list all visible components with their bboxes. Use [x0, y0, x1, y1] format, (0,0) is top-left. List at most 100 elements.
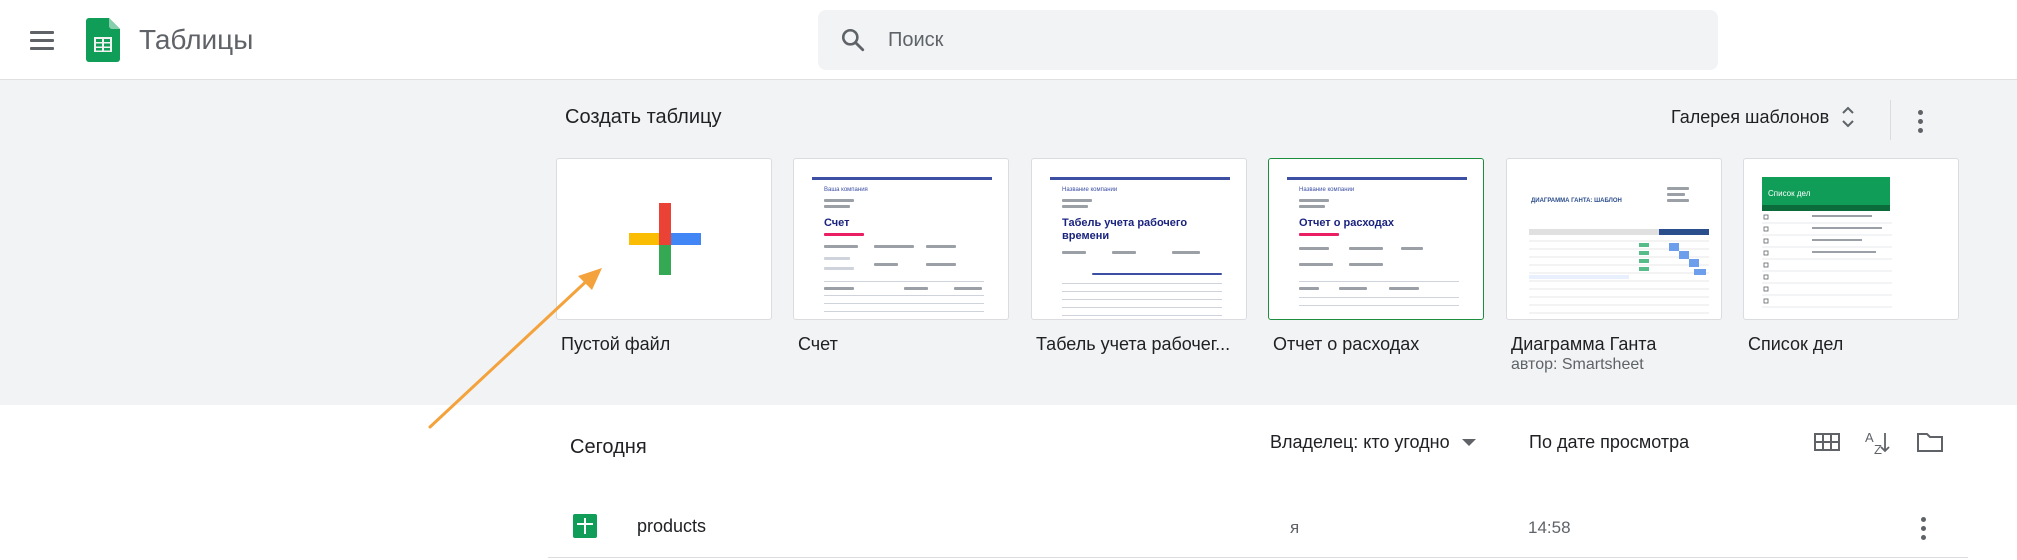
thumb-company: Название компании — [1062, 187, 1118, 193]
thumb-text — [1349, 263, 1383, 266]
menu-icon-bar — [30, 46, 54, 50]
thumb-text — [1172, 251, 1200, 254]
more-vert-icon-dot — [1917, 118, 1923, 124]
thumb-line — [1062, 315, 1222, 316]
thumb-text — [1667, 199, 1689, 202]
thumb-company: Название компании — [1299, 187, 1355, 193]
thumb-text — [1299, 287, 1319, 290]
template-author: автор: Smartsheet — [1511, 356, 1644, 373]
thumb-subheader — [1762, 205, 1890, 211]
folder-icon[interactable] — [1915, 427, 1945, 457]
thumb-line — [1062, 299, 1222, 300]
thumb-title: Отчет о расходах — [1299, 217, 1394, 229]
main-menu-button[interactable] — [24, 24, 60, 56]
more-vert-icon-dot — [1917, 127, 1923, 133]
thumb-text — [1667, 193, 1685, 196]
sheets-logo-icon[interactable] — [86, 18, 120, 62]
file-owner: я — [1290, 518, 1300, 537]
owner-filter-label: Владелец: кто угодно — [1270, 432, 1450, 452]
menu-icon-bar — [30, 30, 54, 34]
thumb-company: Ваша компания — [824, 187, 868, 193]
thumb-text — [1062, 251, 1086, 254]
unfold-icon — [1842, 106, 1854, 128]
thumb-line — [1062, 291, 1222, 292]
svg-text:A: A — [1865, 430, 1874, 445]
thumb-text — [824, 205, 850, 208]
thumb-text — [824, 233, 864, 236]
grid-view-icon[interactable] — [1812, 427, 1842, 457]
thumb-text — [1299, 233, 1339, 236]
owner-filter-dropdown[interactable]: Владелец: кто угодно — [1270, 432, 1476, 453]
file-more-button[interactable] — [1911, 514, 1935, 542]
search-input[interactable] — [888, 10, 1688, 70]
thumb-bar — [1050, 177, 1230, 180]
thumb-text — [954, 287, 982, 290]
thumb-line — [1299, 305, 1459, 306]
thumb-text — [1062, 205, 1088, 208]
more-vert-icon-dot — [1920, 534, 1926, 540]
thumb-text — [1062, 199, 1092, 202]
thumb-text — [1349, 247, 1383, 250]
template-label[interactable]: Диаграмма Ганта — [1511, 334, 1656, 355]
caret-down-icon — [1461, 439, 1476, 446]
thumb-text — [926, 245, 956, 248]
template-label[interactable]: Список дел — [1748, 334, 1843, 355]
thumb-line — [824, 295, 984, 296]
section-title-today: Сегодня — [570, 436, 647, 458]
plus-icon — [629, 203, 701, 275]
more-vert-icon-dot — [1920, 516, 1926, 522]
template-label[interactable]: Табель учета рабочег... — [1036, 334, 1230, 355]
thumb-title: Список дел — [1768, 189, 1811, 198]
templates-section: Создать таблицу Галерея шаблонов Пустой … — [0, 80, 2017, 405]
create-spreadsheet-title: Создать таблицу — [565, 106, 722, 128]
thumb-line — [1062, 307, 1222, 308]
thumb-text — [1299, 263, 1333, 266]
more-vert-icon-dot — [1917, 109, 1923, 115]
file-row[interactable]: products я 14:58 — [548, 496, 1968, 558]
template-expense-report[interactable]: Название компании Отчет о расходах — [1268, 158, 1484, 320]
file-name[interactable]: products — [637, 516, 706, 537]
template-gallery-label: Галерея шаблонов — [1671, 106, 1830, 127]
template-invoice[interactable]: Ваша компания Счет — [793, 158, 1009, 320]
template-timesheet[interactable]: Название компании Табель учета рабочего … — [1031, 158, 1247, 320]
app-title[interactable]: Таблицы — [139, 24, 253, 56]
thumb-title: Счет — [824, 217, 850, 229]
thumb-line — [824, 311, 984, 312]
thumb-text — [1389, 287, 1419, 290]
thumb-bar — [812, 177, 992, 180]
thumb-text — [1299, 205, 1325, 208]
sort-button[interactable]: По дате просмотра — [1529, 432, 1689, 453]
template-gantt[interactable]: ДИАГРАММА ГАНТА: ШАБЛОН — [1506, 158, 1722, 320]
thumb-line — [1299, 297, 1459, 298]
templates-more-button[interactable] — [1905, 106, 1935, 136]
thumb-text — [1667, 187, 1689, 190]
search-bar[interactable] — [818, 10, 1718, 70]
annotation-arrow-icon — [428, 268, 602, 429]
thumb-line — [1062, 283, 1222, 284]
checklist-thumbnail-icon — [1762, 214, 1892, 308]
thumb-line — [824, 281, 984, 282]
thumb-text — [824, 257, 850, 260]
thumb-text — [824, 199, 854, 202]
thumb-text — [824, 287, 854, 290]
sort-az-icon[interactable]: A Z — [1863, 427, 1893, 457]
menu-icon-bar — [30, 38, 54, 42]
spreadsheet-file-icon — [573, 514, 597, 538]
thumb-title: Табель учета рабочего времени — [1062, 217, 1188, 242]
thumb-text — [1299, 247, 1329, 250]
thumb-text — [1092, 273, 1222, 275]
template-todo-list[interactable]: Список дел — [1743, 158, 1959, 320]
template-label[interactable]: Отчет о расходах — [1273, 334, 1419, 355]
template-gallery-button[interactable]: Галерея шаблонов — [1671, 102, 1857, 132]
thumb-line — [824, 303, 984, 304]
thumb-text — [874, 245, 914, 248]
thumb-text — [824, 267, 854, 270]
thumb-text — [926, 263, 956, 266]
more-vert-icon-dot — [1920, 525, 1926, 531]
thumb-text — [1401, 247, 1423, 250]
file-last-opened: 14:58 — [1528, 518, 1571, 537]
thumb-bar — [1287, 177, 1467, 180]
search-icon[interactable] — [840, 27, 866, 53]
thumb-text — [1112, 251, 1136, 254]
template-label[interactable]: Счет — [798, 334, 838, 355]
